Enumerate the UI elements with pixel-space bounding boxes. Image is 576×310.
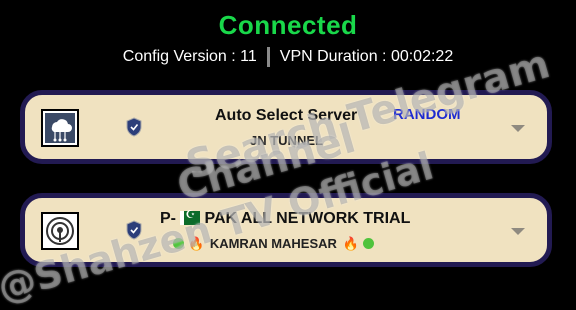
network-subtitle: 🔥 KAMRAN MAHESAR 🔥 [171,236,376,252]
connection-status: Connected [218,10,358,40]
network-subtitle-text: KAMRAN MAHESAR [209,236,337,251]
config-version-label: Config Version : 11 [122,48,257,65]
broadcast-icon [41,212,79,250]
pakistan-flag-icon [180,208,201,225]
shield-icon [126,220,142,240]
cloud-server-icon [41,109,79,147]
green-dot-icon [362,238,374,249]
network-title-prefix: P- [160,210,176,227]
divider [266,47,270,67]
server-mode-label[interactable]: RANDOM [393,106,461,123]
chevron-down-icon[interactable] [511,228,525,235]
network-select-dropdown[interactable]: P- PAK ALL NETWORK TRIAL 🔥 KAMRAN MAHESA… [20,193,552,267]
server-title: Auto Select Server [215,107,358,124]
server-subtitle: JN TUNNEL [250,133,323,148]
server-select-dropdown[interactable]: Auto Select Server JN TUNNEL RANDOM [20,90,552,164]
green-dot-icon [173,238,184,249]
network-title-text: PAK ALL NETWORK TRIAL [204,210,411,227]
fire-icon: 🔥 [342,236,359,251]
vpn-duration-label: VPN Duration : 00:02:22 [279,48,454,65]
fire-icon: 🔥 [188,236,205,251]
chevron-down-icon[interactable] [511,125,525,132]
info-row: Config Version : 11 VPN Duration : 00:02… [0,47,576,67]
shield-icon [126,117,142,137]
network-title: P- PAK ALL NETWORK TRIAL [160,208,411,228]
